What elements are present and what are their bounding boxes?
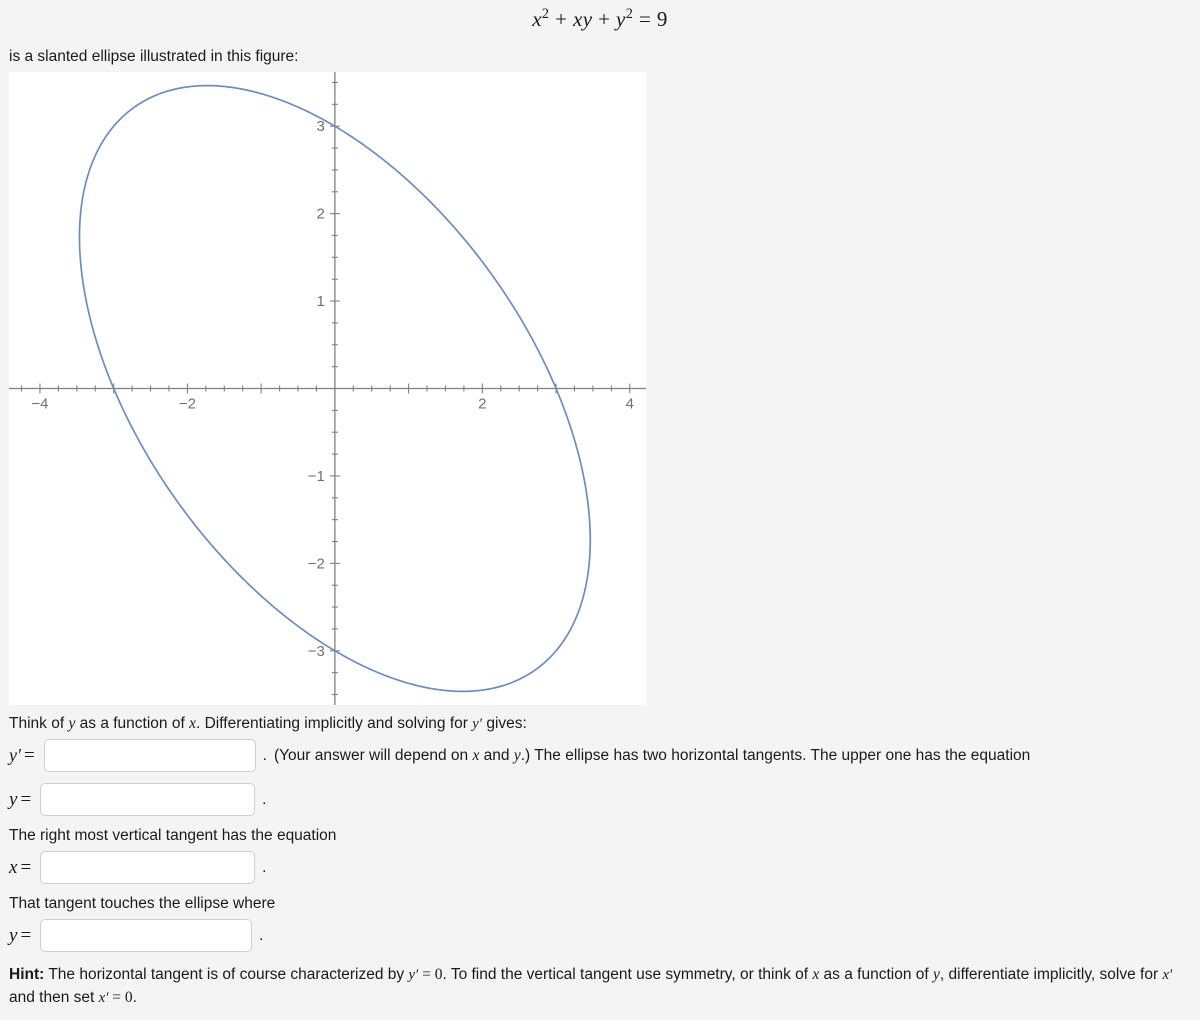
- equation-y: y: [616, 7, 626, 31]
- instruction-yprime: y′: [472, 716, 483, 732]
- x-tick-label-neg4: −4: [31, 396, 48, 413]
- y-label-var: y: [9, 788, 18, 810]
- y2-label: y =: [9, 925, 31, 947]
- y-tick-label-1: 1: [317, 293, 325, 310]
- yprime-answer-row: y′ = . (Your answer will depend on x and …: [9, 739, 1194, 773]
- x-label-equals: =: [20, 856, 32, 878]
- yprime-label-equals: =: [23, 744, 35, 766]
- yprime-period: .: [262, 746, 267, 764]
- hint-equals-2: =: [108, 989, 125, 1007]
- vertical-tangent-input[interactable]: [40, 851, 256, 885]
- yprime-input[interactable]: [43, 739, 256, 773]
- upper-horizontal-tangent-input[interactable]: [40, 783, 256, 817]
- intro-text: is a slanted ellipse illustrated in this…: [9, 48, 299, 65]
- equation-x-exponent: 2: [541, 6, 550, 22]
- hint-block: Hint: The horizontal tangent is of cours…: [9, 963, 1189, 1010]
- yprime-label: y′ =: [9, 745, 35, 767]
- vertical-tangent-instruction: The right most vertical tangent has the …: [9, 827, 337, 845]
- hint-zero-2: 0: [124, 989, 133, 1007]
- equation-plus-2: +: [598, 7, 611, 31]
- hint-yprime: y′: [408, 967, 419, 984]
- hint-part-1: The horizontal tangent is of course char…: [44, 966, 409, 984]
- x-tick-label-4: 4: [626, 396, 634, 413]
- followup-part-2: and: [479, 746, 514, 764]
- y-period: .: [262, 790, 267, 808]
- upper-horizontal-tangent-row: y = .: [9, 783, 1194, 817]
- y2-label-equals: =: [20, 924, 32, 946]
- y-label-equals: =: [20, 788, 32, 810]
- y-tick-label-neg3: −3: [308, 643, 325, 660]
- tangent-touch-instruction: That tangent touches the ellipse where: [9, 895, 276, 913]
- y2-label-var: y: [9, 924, 18, 946]
- ellipse-equation: x2 + xy + y2 = 9: [532, 6, 668, 31]
- equation-equals: =: [638, 7, 652, 31]
- vertical-tangent-row: x = .: [9, 851, 1194, 885]
- x-period: .: [262, 858, 267, 876]
- y-tick-label-neg1: −1: [308, 468, 325, 485]
- yprime-label-var: y′: [9, 744, 21, 765]
- hint-xprime-2: x′: [98, 990, 109, 1007]
- instruction-part-4: gives:: [482, 715, 527, 732]
- implicit-diff-instruction: Think of y as a function of x. Different…: [9, 712, 1194, 736]
- hint-equals-1: =: [418, 966, 435, 984]
- x-tick-label-2: 2: [478, 396, 486, 413]
- ellipse-plot-svg: −4 −2 2 4−3−2−1123: [9, 72, 646, 705]
- equation-header: x2 + xy + y2 = 9: [0, 0, 1200, 34]
- ellipse-plot-figure: −4 −2 2 4 −3 −2 −1 1 2 3: [9, 72, 646, 705]
- hint-period: .: [132, 989, 137, 1007]
- hint-part-3: as a function of: [819, 966, 933, 984]
- instruction-part-1: Think of: [9, 715, 69, 732]
- y2-period: .: [259, 926, 264, 944]
- hint-label: Hint:: [9, 966, 45, 984]
- equation-x: x: [532, 7, 542, 31]
- yprime-followup-text: (Your answer will depend on x and y.) Th…: [274, 747, 1030, 765]
- equation-y-exponent: 2: [625, 6, 634, 22]
- instruction-x: x: [189, 715, 196, 732]
- instruction-part-2: as a function of: [75, 715, 190, 732]
- hint-part-2: . To find the vertical tangent use symme…: [442, 966, 813, 984]
- followup-y: y: [513, 746, 521, 764]
- hint-part-5: and then set: [9, 989, 99, 1007]
- hint-y: y: [933, 966, 940, 984]
- equation-xy: xy: [573, 7, 593, 31]
- hint-part-4: , differentiate implicitly, solve for: [939, 966, 1163, 984]
- followup-part-1: (Your answer will depend on: [273, 746, 473, 764]
- followup-part-3: .) The ellipse has two horizontal tangen…: [520, 746, 1031, 764]
- x-label: x =: [9, 857, 31, 879]
- x-tick-label-neg2: −2: [179, 396, 196, 413]
- x-label-var: x: [9, 856, 18, 878]
- y-tick-label-2: 2: [317, 206, 325, 223]
- equation-rhs: 9: [656, 7, 668, 31]
- instruction-part-3: . Differentiating implicitly and solving…: [195, 715, 473, 732]
- hint-xprime-1: x′: [1162, 967, 1173, 984]
- tangent-touch-input[interactable]: [40, 919, 253, 953]
- y-label: y =: [9, 789, 31, 811]
- y-tick-label-neg2: −2: [308, 555, 325, 572]
- work-area: Think of y as a function of x. Different…: [9, 712, 1194, 1010]
- tangent-touch-row: y = .: [9, 919, 1194, 953]
- equation-plus-1: +: [555, 7, 568, 31]
